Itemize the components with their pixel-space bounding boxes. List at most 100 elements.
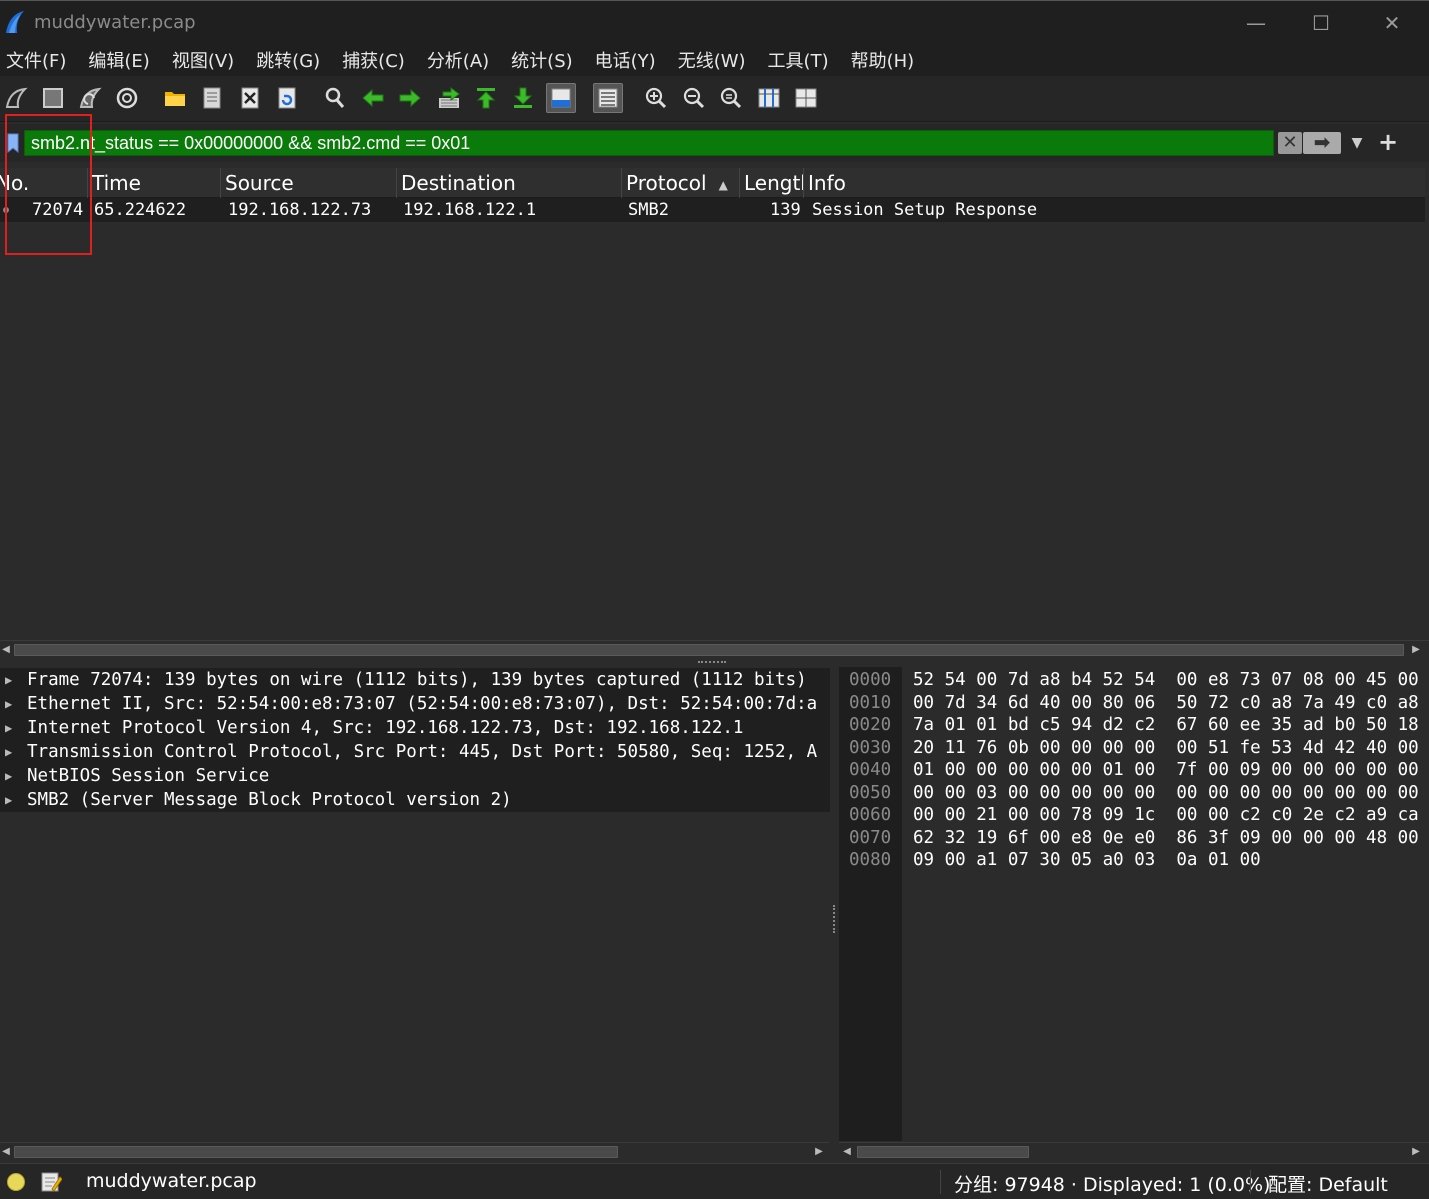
hex-line[interactable]: 0060 00 00 21 00 00 78 09 1c 00 00 c2 c0 … <box>839 804 1429 827</box>
hex-line[interactable]: 0070 62 32 19 6f 00 e8 0e e0 86 3f 09 00 … <box>839 827 1429 850</box>
zoom-normal-icon[interactable] <box>718 85 744 111</box>
capture-comment-icon[interactable] <box>40 1171 62 1193</box>
column-header-time[interactable]: Time <box>88 168 221 198</box>
resize-columns-icon[interactable] <box>756 85 782 111</box>
columns-layout-icon[interactable] <box>793 85 819 111</box>
splitter-grip-icon[interactable] <box>698 661 726 665</box>
detail-row-smb2[interactable]: ▶ SMB2 (Server Message Block Protocol ve… <box>0 788 830 812</box>
pane-splitter-vertical[interactable] <box>830 667 839 1141</box>
status-filename: muddywater.pcap <box>86 1170 257 1192</box>
expand-arrow-icon[interactable]: ▶ <box>5 716 12 740</box>
last-packet-icon[interactable] <box>510 85 536 111</box>
reload-file-icon[interactable] <box>274 85 300 111</box>
hex-line[interactable]: 0050 00 00 03 00 00 00 00 00 00 00 00 00 … <box>839 782 1429 805</box>
main-toolbar <box>0 76 1429 122</box>
apply-filter-button[interactable]: ➡ <box>1303 132 1341 154</box>
status-profile[interactable]: 配置: Default <box>1268 1170 1388 1197</box>
hex-line[interactable]: 0000 52 54 00 7d a8 b4 52 54 00 e8 73 07 … <box>839 669 1429 692</box>
add-filter-button[interactable]: + <box>1376 128 1400 156</box>
annotation-highlight-box <box>5 114 92 255</box>
packet-list-hscrollbar[interactable]: ◀ ▶ <box>0 640 1429 658</box>
scroll-right-icon[interactable]: ▶ <box>1410 1144 1422 1160</box>
maximize-button[interactable]: ☐ <box>1301 9 1341 37</box>
scroll-left-icon[interactable]: ◀ <box>0 1144 12 1160</box>
minimize-button[interactable]: — <box>1236 9 1276 37</box>
go-forward-icon[interactable] <box>397 85 423 111</box>
scroll-left-icon[interactable]: ◀ <box>0 642 12 658</box>
menu-telephony[interactable]: 电话(Y) <box>595 47 656 73</box>
scroll-thumb[interactable] <box>14 644 1404 656</box>
stop-capture-icon[interactable] <box>40 85 66 111</box>
expand-arrow-icon[interactable]: ▶ <box>5 668 12 692</box>
hex-line[interactable]: 0080 09 00 a1 07 30 05 a0 03 0a 01 00 <box>839 849 1429 872</box>
menu-file[interactable]: 文件(F) <box>6 47 66 73</box>
scroll-thumb[interactable] <box>14 1146 618 1158</box>
zoom-in-icon[interactable] <box>643 85 669 111</box>
menu-help[interactable]: 帮助(H) <box>851 47 915 73</box>
packet-row[interactable]: 72074 65.224622 192.168.122.73 192.168.1… <box>0 198 1425 222</box>
start-capture-icon[interactable] <box>3 85 29 111</box>
packet-bytes-pane[interactable]: 0000 52 54 00 7d a8 b4 52 54 00 e8 73 07 … <box>839 667 1429 1141</box>
detail-row-frame[interactable]: ▶ Frame 72074: 139 bytes on wire (1112 b… <box>0 668 830 692</box>
packet-details-pane[interactable]: ▶ Frame 72074: 139 bytes on wire (1112 b… <box>0 667 830 1141</box>
menu-view[interactable]: 视图(V) <box>172 47 234 73</box>
display-filter-bar: smb2.nt_status == 0x00000000 && smb2.cmd… <box>0 124 1429 162</box>
expand-arrow-icon[interactable]: ▶ <box>5 692 12 716</box>
save-file-icon[interactable] <box>199 85 225 111</box>
display-filter-input[interactable]: smb2.nt_status == 0x00000000 && smb2.cmd… <box>24 130 1274 156</box>
auto-scroll-icon[interactable] <box>546 83 576 113</box>
column-header-destination[interactable]: Destination <box>397 168 622 198</box>
detail-row-ethernet[interactable]: ▶ Ethernet II, Src: 52:54:00:e8:73:07 (5… <box>0 692 830 716</box>
menu-tools[interactable]: 工具(T) <box>768 47 829 73</box>
expand-arrow-icon[interactable]: ▶ <box>5 764 12 788</box>
detail-row-netbios[interactable]: ▶ NetBIOS Session Service <box>0 764 830 788</box>
packet-protocol: SMB2 <box>628 200 669 220</box>
packet-list[interactable]: No. Time Source Destination Protocol▲ Le… <box>0 168 1429 640</box>
status-divider <box>940 1170 941 1194</box>
details-hscrollbar[interactable]: ◀ ▶ <box>0 1142 830 1160</box>
scroll-left-icon[interactable]: ◀ <box>841 1144 853 1160</box>
packet-list-header: No. Time Source Destination Protocol▲ Le… <box>0 168 1425 198</box>
hex-line[interactable]: 0010 00 7d 34 6d 40 00 80 06 50 72 c0 a8 … <box>839 692 1429 715</box>
menu-edit[interactable]: 编辑(E) <box>88 47 149 73</box>
go-to-packet-icon[interactable] <box>436 85 462 111</box>
colorize-icon[interactable] <box>593 83 623 113</box>
zoom-out-icon[interactable] <box>681 85 707 111</box>
menu-statistics[interactable]: 统计(S) <box>511 47 572 73</box>
clear-filter-button[interactable]: ✕ <box>1278 132 1302 154</box>
menu-analyze[interactable]: 分析(A) <box>427 47 489 73</box>
menu-go[interactable]: 跳转(G) <box>256 47 320 73</box>
filter-history-dropdown[interactable]: ▼ <box>1346 132 1368 154</box>
column-header-info[interactable]: Info <box>804 168 1425 198</box>
scroll-right-icon[interactable]: ▶ <box>813 1144 825 1160</box>
expand-arrow-icon[interactable]: ▶ <box>5 740 12 764</box>
expand-arrow-icon[interactable]: ▶ <box>5 788 12 812</box>
close-window-button[interactable]: ✕ <box>1372 9 1412 37</box>
column-header-source[interactable]: Source <box>221 168 397 198</box>
detail-row-tcp[interactable]: ▶ Transmission Control Protocol, Src Por… <box>0 740 830 764</box>
menu-wireless[interactable]: 无线(W) <box>678 47 746 73</box>
hex-line[interactable]: 0020 7a 01 01 bd c5 94 d2 c2 67 60 ee 35 … <box>839 714 1429 737</box>
detail-row-ipv4[interactable]: ▶ Internet Protocol Version 4, Src: 192.… <box>0 716 830 740</box>
first-packet-icon[interactable] <box>473 85 499 111</box>
capture-options-icon[interactable] <box>114 85 140 111</box>
packet-info: Session Setup Response <box>812 200 1038 220</box>
hex-line[interactable]: 0040 01 00 00 00 00 00 01 00 7f 00 09 00 … <box>839 759 1429 782</box>
packet-length: 139 <box>770 200 801 220</box>
splitter-grip-icon[interactable] <box>833 905 836 933</box>
scroll-thumb[interactable] <box>857 1146 1029 1158</box>
column-header-protocol[interactable]: Protocol ▲ <box>622 168 740 198</box>
sort-ascending-icon: ▲ <box>718 177 728 192</box>
restart-capture-icon[interactable] <box>77 85 103 111</box>
hex-line[interactable]: 0030 20 11 76 0b 00 00 00 00 00 51 fe 53 … <box>839 737 1429 760</box>
go-back-icon[interactable] <box>360 85 386 111</box>
close-file-icon[interactable] <box>237 85 263 111</box>
open-file-icon[interactable] <box>162 85 188 111</box>
scroll-right-icon[interactable]: ▶ <box>1410 642 1422 658</box>
find-packet-icon[interactable] <box>322 85 348 111</box>
expert-info-icon[interactable] <box>7 1173 25 1191</box>
column-header-length[interactable]: Length <box>740 168 804 198</box>
wireshark-logo-icon <box>6 11 24 33</box>
menu-capture[interactable]: 捕获(C) <box>342 47 405 73</box>
bytes-hscrollbar[interactable]: ◀ ▶ <box>839 1142 1429 1160</box>
